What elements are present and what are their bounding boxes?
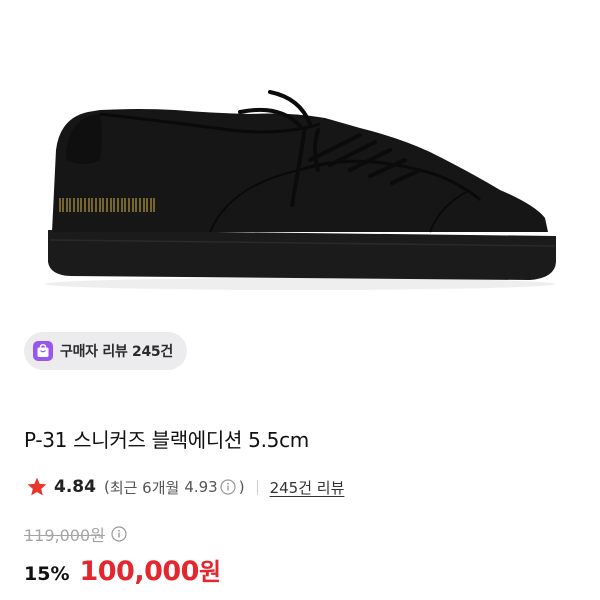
original-price-row: 119,000원 [24,522,130,546]
info-icon[interactable] [220,479,236,495]
recent-rating-label: 최근 6개월 [109,478,180,497]
paren-close: ) [238,478,245,496]
sale-price: 100,000 [79,556,199,587]
buyer-review-chip[interactable]: 구매자 리뷰 245건 [24,332,187,370]
info-icon[interactable] [111,526,127,542]
review-count-link[interactable]: 245건 리뷰 [270,477,345,498]
original-price: 119,000원 [24,526,105,545]
sale-price-row: 15% 100,000 원 [24,552,221,587]
product-image[interactable] [0,0,600,318]
shopping-bag-icon [33,341,53,361]
currency-unit: 원 [198,558,222,586]
discount-rate: 15% [24,563,70,585]
rating-row: 4.84 ( 최근 6개월 4.93 ) 245건 리뷰 [26,474,344,500]
review-chip-label: 구매자 리뷰 245건 [60,344,173,360]
product-title: P-31 스니커즈 블랙에디션 5.5cm [24,428,309,452]
rating-value: 4.84 [54,477,96,497]
divider [256,479,258,495]
sneaker-illustration [45,90,556,290]
recent-rating-value: 4.93 [184,478,218,496]
star-icon [26,476,48,498]
